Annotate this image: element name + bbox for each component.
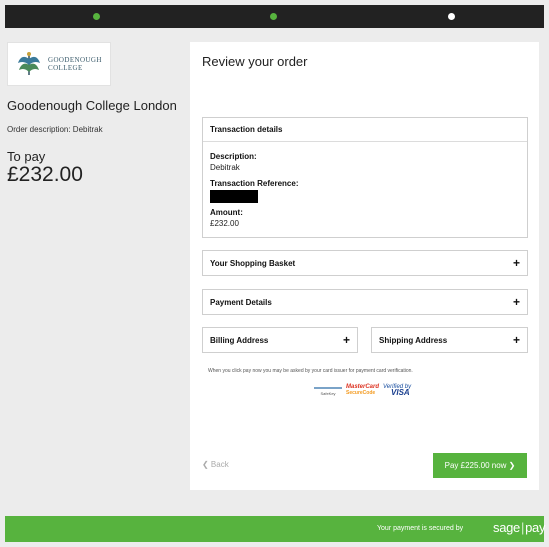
progress-bar <box>5 5 544 28</box>
to-pay-label: To pay <box>7 149 46 164</box>
description-value: Debitrak <box>210 163 240 172</box>
amount-label: Amount: <box>210 208 243 217</box>
merchant-name: Goodenough College London <box>7 98 177 113</box>
to-pay-amount: £232.00 <box>7 163 83 186</box>
description-label: Description: <box>210 152 257 161</box>
shopping-basket-label: Your Shopping Basket <box>210 258 296 268</box>
back-link[interactable]: ❮ Back <box>202 460 229 469</box>
transaction-details-header: Transaction details <box>203 118 527 142</box>
shopping-basket-toggle[interactable]: Your Shopping Basket + <box>202 250 528 276</box>
order-description: Order description: Debitrak <box>7 125 103 134</box>
billing-address-label: Billing Address <box>210 335 269 345</box>
expand-plus-icon: + <box>512 295 520 309</box>
amount-value: £232.00 <box>210 219 239 228</box>
step-3-current-icon <box>448 13 455 20</box>
footer-bar: Your payment is secured by sage|pay <box>5 516 546 542</box>
redacted-reference <box>210 190 258 203</box>
logo-line-1: GOODENOUGH <box>48 56 102 64</box>
step-1-complete-icon <box>93 13 100 20</box>
mastercard-securecode-logo: MasterCard SecureCode <box>346 384 380 396</box>
pay-now-button[interactable]: Pay £225.00 now ❯ <box>433 453 527 478</box>
amex-safekey-logo: SafeKey <box>314 386 342 396</box>
merchant-logo: GOODENOUGH COLLEGE <box>7 42 111 86</box>
transaction-reference-label: Transaction Reference: <box>210 179 299 188</box>
payment-details-toggle[interactable]: Payment Details + <box>202 289 528 315</box>
expand-plus-icon: + <box>512 333 520 347</box>
expand-plus-icon: + <box>512 256 520 270</box>
review-panel: Review your order Transaction details De… <box>190 42 539 490</box>
card-scheme-logos: SafeKey MasterCard SecureCode Verified b… <box>314 384 412 397</box>
college-crest-icon <box>18 52 40 75</box>
secured-by-text: Your payment is secured by <box>377 525 464 532</box>
sage-pay-logo: sage|pay <box>493 520 546 535</box>
billing-address-toggle[interactable]: Billing Address + <box>202 327 358 353</box>
verified-by-visa-logo: Verified by VISA <box>383 384 412 397</box>
transaction-details-box: Transaction details Description: Debitra… <box>202 117 528 238</box>
safekey-bar-icon <box>314 387 342 389</box>
page-title: Review your order <box>202 54 308 69</box>
shipping-address-toggle[interactable]: Shipping Address + <box>371 327 528 353</box>
step-2-complete-icon <box>270 13 277 20</box>
payment-details-label: Payment Details <box>210 297 272 307</box>
verification-note: When you click pay now you may be asked … <box>208 368 413 374</box>
logo-line-2: COLLEGE <box>48 64 83 72</box>
shipping-address-label: Shipping Address <box>379 335 448 345</box>
expand-plus-icon: + <box>342 333 350 347</box>
